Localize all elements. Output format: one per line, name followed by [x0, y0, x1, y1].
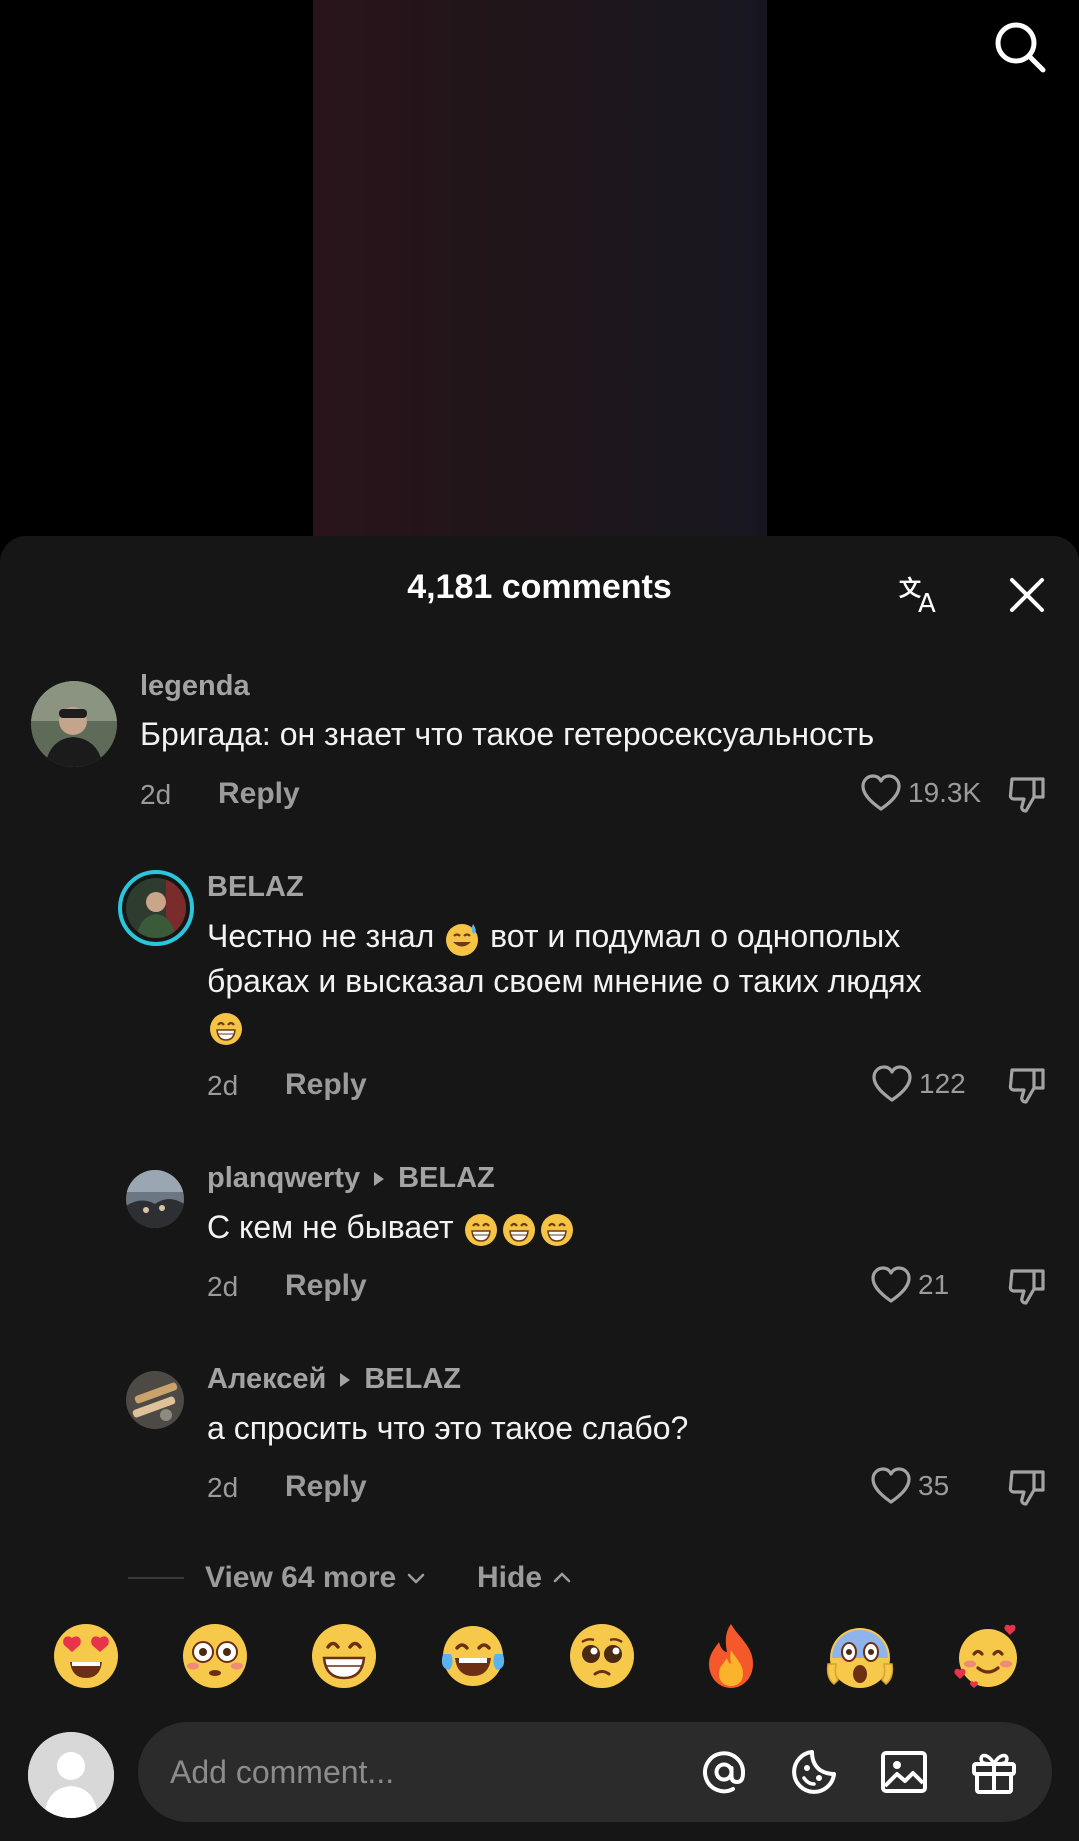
- mention-icon[interactable]: [698, 1746, 750, 1798]
- grin-emoji: [465, 1213, 498, 1246]
- thread-divider: [128, 1577, 184, 1579]
- author-name[interactable]: legenda: [140, 670, 250, 703]
- emoji-quick-bar: [0, 1620, 1079, 1692]
- comment-text: Честно не знал вот и подумал о однополых…: [207, 914, 1037, 1049]
- author-name[interactable]: Алексей: [207, 1363, 326, 1396]
- comments-header: 4,181 comments 文 A: [0, 536, 1079, 646]
- comment-author[interactable]: BELAZ: [207, 871, 304, 904]
- reply-to-arrow-icon: [340, 1372, 351, 1387]
- heart-icon: [871, 1266, 911, 1303]
- chevron-down-icon: [407, 1573, 425, 1584]
- grin-emoji[interactable]: [308, 1620, 380, 1692]
- like-count: 122: [919, 1068, 966, 1099]
- reply-button[interactable]: Reply: [285, 1068, 367, 1102]
- add-comment-input[interactable]: [170, 1748, 690, 1796]
- grin-emoji: [503, 1213, 536, 1246]
- close-icon[interactable]: [1004, 572, 1050, 618]
- gift-icon[interactable]: [968, 1746, 1020, 1798]
- video-area[interactable]: [0, 0, 1079, 560]
- reply-to-name[interactable]: BELAZ: [398, 1162, 495, 1195]
- reply-button[interactable]: Reply: [285, 1269, 367, 1303]
- svg-text:A: A: [918, 589, 936, 618]
- comment-text-part: Честно не знал: [207, 918, 435, 954]
- avatar[interactable]: [126, 1170, 184, 1228]
- chevron-up-icon: [553, 1572, 571, 1583]
- video-frame[interactable]: [313, 0, 767, 560]
- comment-author[interactable]: legenda: [140, 670, 250, 703]
- comment-text-part: вот и подумал о однополых: [490, 918, 901, 954]
- reply-button[interactable]: Reply: [218, 777, 300, 811]
- dislike-icon[interactable]: [1006, 773, 1048, 815]
- fire-emoji[interactable]: [695, 1620, 767, 1692]
- heart-icon: [861, 774, 901, 811]
- pleading-emoji[interactable]: [566, 1620, 638, 1692]
- replies-controls: View 64 more Hide: [0, 1557, 1079, 1599]
- heart-icon: [872, 1065, 912, 1102]
- hide-label: Hide: [477, 1561, 543, 1594]
- scream-emoji[interactable]: [824, 1620, 896, 1692]
- comment-author[interactable]: Алексей BELAZ: [207, 1363, 461, 1396]
- reply-to-arrow-icon: [374, 1171, 385, 1186]
- smiling-hearts-emoji[interactable]: [952, 1620, 1024, 1692]
- reply-button[interactable]: Reply: [285, 1470, 367, 1504]
- comment-text-part: С кем не бывает: [207, 1209, 454, 1245]
- comment-composer: [138, 1722, 1052, 1822]
- sticker-icon[interactable]: [788, 1746, 840, 1798]
- search-icon[interactable]: [991, 18, 1049, 76]
- grin-emoji: [541, 1213, 574, 1246]
- like-button[interactable]: 35: [870, 1466, 949, 1506]
- author-name[interactable]: BELAZ: [207, 871, 304, 904]
- dislike-icon[interactable]: [1006, 1265, 1048, 1307]
- sweat-smile-emoji: [446, 923, 479, 956]
- grin-emoji: [210, 1012, 242, 1045]
- avatar[interactable]: [31, 681, 117, 767]
- comment-text: а спросить что это такое слабо?: [207, 1410, 689, 1446]
- tears-of-joy-emoji[interactable]: [437, 1620, 509, 1692]
- flushed-emoji[interactable]: [179, 1620, 251, 1692]
- avatar[interactable]: [118, 870, 194, 946]
- heart-eyes-emoji[interactable]: [50, 1620, 122, 1692]
- like-count: 35: [918, 1470, 950, 1501]
- comment-time: 2d: [207, 1070, 239, 1101]
- translate-icon[interactable]: 文 A: [898, 572, 944, 619]
- like-count: 19.3K: [908, 777, 982, 808]
- hide-replies-button[interactable]: Hide: [477, 1561, 574, 1595]
- view-more-button[interactable]: View 64 more: [205, 1561, 428, 1595]
- avatar[interactable]: [126, 1371, 184, 1429]
- comment-time: 2d: [207, 1472, 239, 1503]
- like-count: 21: [918, 1269, 950, 1300]
- reply-to-name[interactable]: BELAZ: [364, 1363, 461, 1396]
- comment-text: С кем не бывает: [207, 1205, 1037, 1250]
- heart-icon: [871, 1467, 911, 1504]
- user-avatar[interactable]: [28, 1732, 114, 1818]
- comment-time: 2d: [207, 1271, 239, 1302]
- comment-text-part: браках и высказал своем мнение о таких л…: [207, 963, 922, 999]
- like-button[interactable]: 122: [871, 1064, 966, 1104]
- comment-time: 2d: [140, 779, 172, 810]
- comment-author[interactable]: planqwerty BELAZ: [207, 1162, 495, 1195]
- dislike-icon[interactable]: [1006, 1064, 1048, 1106]
- dislike-icon[interactable]: [1006, 1466, 1048, 1508]
- view-more-label: View 64 more: [205, 1561, 397, 1594]
- like-button[interactable]: 19.3K: [860, 773, 981, 813]
- image-icon[interactable]: [878, 1746, 930, 1798]
- comment-text: Бригада: он знает что такое гетеросексуа…: [140, 716, 875, 752]
- author-name[interactable]: planqwerty: [207, 1162, 360, 1195]
- like-button[interactable]: 21: [870, 1265, 949, 1305]
